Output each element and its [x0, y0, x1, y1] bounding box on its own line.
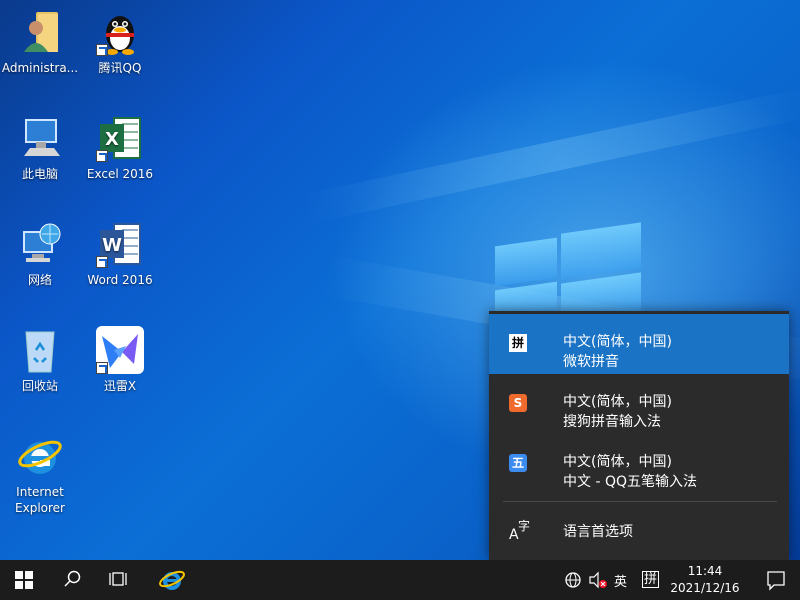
pinyin-icon: 拼: [509, 334, 527, 352]
search-button[interactable]: [48, 560, 96, 600]
computer-icon: [16, 114, 64, 162]
excel-icon: X: [96, 114, 144, 162]
svg-text:W: W: [102, 235, 122, 256]
network-icon: [16, 220, 64, 268]
ime-item-language: 中文(简体，中国): [563, 334, 672, 350]
desktop-icon-recycle-bin[interactable]: 回收站: [0, 326, 80, 394]
taskbar: 英 拼 11:44 2021/12/16: [0, 560, 800, 600]
language-preferences-label: 语言首选项: [563, 524, 633, 540]
windows-logo-wallpaper: [495, 222, 645, 325]
desktop-icon-xunlei[interactable]: 迅雷X: [80, 326, 160, 394]
task-view-button[interactable]: [96, 560, 144, 600]
svg-text:X: X: [105, 129, 119, 150]
ime-mode-indicator[interactable]: 拼: [642, 571, 660, 588]
taskbar-ie-button[interactable]: [148, 560, 196, 600]
ie-icon: [16, 432, 64, 480]
desktop-icon-label: Administra...: [1, 61, 79, 75]
ime-item-qq-wubi[interactable]: 五 中文(简体，中国) 中文 - QQ五笔输入法: [489, 434, 789, 494]
desktop-icon-label: Excel 2016: [86, 167, 154, 181]
start-button[interactable]: [0, 560, 48, 600]
word-icon: W: [96, 220, 144, 268]
ie-icon: [159, 570, 185, 590]
network-status-icon[interactable]: [564, 571, 582, 589]
ime-item-microsoft-pinyin[interactable]: 拼 中文(简体，中国) 微软拼音: [489, 314, 789, 374]
menu-divider: [503, 501, 777, 502]
ime-item-language: 中文(简体，中国): [563, 454, 672, 470]
desktop-icon-label: 网络: [27, 273, 52, 287]
desktop-icon-excel[interactable]: X Excel 2016: [80, 114, 160, 182]
desktop-icon-label: 腾讯QQ: [98, 61, 142, 75]
ime-item-name: 中文 - QQ五笔输入法: [563, 474, 697, 490]
ime-item-sogou-pinyin[interactable]: S 中文(简体，中国) 搜狗拼音输入法: [489, 374, 789, 434]
clock[interactable]: 11:44 2021/12/16: [660, 563, 750, 597]
input-method-menu: 拼 中文(简体，中国) 微软拼音 S 中文(简体，中国) 搜狗拼音输入法 五 中…: [489, 311, 789, 560]
recycle-bin-icon: [16, 326, 64, 374]
shortcut-arrow-icon: [96, 362, 108, 374]
qq-wubi-icon: 五: [509, 454, 527, 472]
desktop-icon-label: 迅雷X: [103, 379, 137, 393]
desktop-icon-internet-explorer[interactable]: Internet Explorer: [0, 432, 80, 516]
ime-item-name: 搜狗拼音输入法: [563, 414, 661, 430]
desktop-icon-network[interactable]: 网络: [0, 220, 80, 288]
light-beam: [302, 86, 800, 224]
ime-item-language: 中文(简体，中国): [563, 394, 672, 410]
search-icon: [64, 570, 81, 587]
sogou-icon: S: [509, 394, 527, 412]
notification-icon: [767, 571, 785, 591]
clock-date: 2021/12/16: [670, 581, 740, 595]
qq-penguin-icon: [96, 8, 144, 56]
desktop-icon-this-pc[interactable]: 此电脑: [0, 114, 80, 182]
xunlei-bird-icon: [96, 326, 144, 374]
desktop-icon-word[interactable]: W Word 2016: [80, 220, 160, 288]
action-center-button[interactable]: [752, 560, 800, 600]
language-indicator[interactable]: 英: [614, 571, 627, 590]
desktop-icon-label: 此电脑: [21, 167, 58, 181]
desktop-icon-label: 回收站: [21, 379, 58, 393]
desktop-icon-label: Word 2016: [87, 273, 153, 287]
desktop-icon-qq[interactable]: 腾讯QQ: [80, 8, 160, 76]
user-folder-icon: [16, 8, 64, 56]
task-view-icon: [109, 572, 127, 586]
shortcut-arrow-icon: [96, 150, 108, 162]
shortcut-arrow-icon: [96, 256, 108, 268]
windows-start-icon: [15, 571, 33, 589]
desktop-icon-label: Internet Explorer: [15, 485, 65, 515]
language-preferences-link[interactable]: A 字 语言首选项: [489, 513, 789, 549]
language-preferences-icon: A 字: [509, 519, 531, 543]
clock-time: 11:44: [687, 564, 723, 578]
volume-muted-icon[interactable]: [588, 571, 608, 589]
ime-item-name: 微软拼音: [563, 354, 619, 370]
desktop-icon-administrator[interactable]: Administra...: [0, 8, 80, 76]
shortcut-arrow-icon: [96, 44, 108, 56]
